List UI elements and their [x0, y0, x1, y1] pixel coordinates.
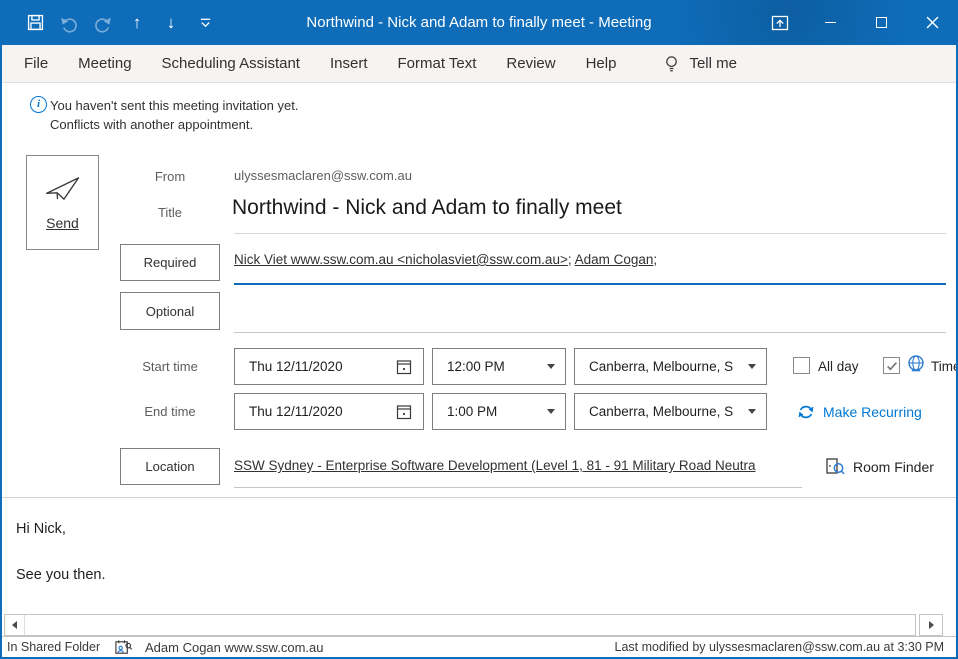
- end-time-label: End time: [120, 404, 220, 419]
- send-label: Send: [46, 215, 79, 231]
- from-value[interactable]: ulyssesmaclaren@ssw.com.au: [234, 168, 412, 183]
- recipient-link[interactable]: Nick Viet www.ssw.com.au <nicholasviet@s…: [234, 252, 568, 267]
- tab-file[interactable]: File: [9, 45, 63, 83]
- end-time-value: 1:00 PM: [447, 404, 539, 419]
- tab-review[interactable]: Review: [491, 45, 570, 83]
- tab-insert[interactable]: Insert: [315, 45, 383, 83]
- optional-button[interactable]: Optional: [120, 292, 220, 330]
- end-timezone-value: Canberra, Melbourne, S: [589, 404, 740, 419]
- start-date-picker[interactable]: Thu 12/11/2020: [234, 348, 424, 385]
- title-value[interactable]: Northwind - Nick and Adam to finally mee…: [232, 196, 622, 220]
- tab-format-text[interactable]: Format Text: [382, 45, 491, 83]
- caption-controls: [754, 0, 958, 45]
- end-date-picker[interactable]: Thu 12/11/2020: [234, 393, 424, 430]
- start-time-value: 12:00 PM: [447, 359, 539, 374]
- lightbulb-icon: [663, 54, 680, 74]
- scrollbar-track[interactable]: [25, 615, 915, 635]
- location-button[interactable]: Location: [120, 448, 220, 485]
- start-date-value: Thu 12/11/2020: [249, 359, 395, 374]
- send-icon: [43, 174, 83, 203]
- ribbon-tab-row: File Meeting Scheduling Assistant Insert…: [2, 45, 956, 83]
- chevron-down-icon: [547, 409, 555, 414]
- room-finder-button[interactable]: Room Finder: [853, 459, 934, 475]
- recipient-separator: ;: [568, 252, 575, 267]
- move-down-icon[interactable]: ↓: [158, 8, 184, 38]
- move-up-icon[interactable]: ↑: [124, 8, 150, 38]
- titlebar: ↑ ↓ Northwind - Nick and Adam to finally…: [0, 0, 958, 45]
- close-icon[interactable]: [907, 0, 958, 45]
- room-finder-icon: [824, 456, 846, 478]
- all-day-label[interactable]: All day: [818, 359, 859, 374]
- infobar-line1: You haven't sent this meeting invitation…: [50, 96, 298, 115]
- save-icon[interactable]: [22, 8, 48, 38]
- shared-folder-status: In Shared Folder: [7, 640, 100, 654]
- horizontal-scrollbar[interactable]: [4, 614, 916, 636]
- required-recipients: Nick Viet www.ssw.com.au <nicholasviet@s…: [234, 252, 657, 267]
- recurring-icon: [796, 402, 816, 422]
- recipient-separator: ;: [653, 252, 657, 267]
- maximize-icon[interactable]: [856, 0, 907, 45]
- infobar-text: You haven't sent this meeting invitation…: [50, 96, 298, 134]
- tab-scheduling-assistant[interactable]: Scheduling Assistant: [147, 45, 315, 83]
- ribbon-display-options-icon[interactable]: [754, 0, 805, 45]
- start-time-dropdown[interactable]: 12:00 PM: [432, 348, 566, 385]
- start-timezone-dropdown[interactable]: Canberra, Melbourne, S: [574, 348, 767, 385]
- end-time-dropdown[interactable]: 1:00 PM: [432, 393, 566, 430]
- end-date-value: Thu 12/11/2020: [249, 404, 395, 419]
- location-field-underline: [234, 487, 802, 488]
- required-button[interactable]: Required: [120, 244, 220, 281]
- globe-icon: [905, 353, 927, 375]
- send-button[interactable]: Send: [26, 155, 99, 250]
- calendar-icon: [395, 403, 413, 421]
- infobar-line2: Conflicts with another appointment.: [50, 115, 298, 134]
- scroll-right-icon[interactable]: [919, 614, 943, 636]
- optional-field-underline[interactable]: [234, 332, 946, 333]
- minimize-icon[interactable]: [805, 0, 856, 45]
- title-underline: [234, 233, 946, 234]
- info-icon: i: [30, 96, 47, 113]
- customize-qat-icon[interactable]: [192, 8, 218, 38]
- end-timezone-dropdown[interactable]: Canberra, Melbourne, S: [574, 393, 767, 430]
- all-day-checkbox[interactable]: [793, 357, 810, 374]
- calendar-owner: Adam Cogan www.ssw.com.au: [145, 640, 323, 655]
- tell-me[interactable]: Tell me: [663, 54, 737, 74]
- chevron-down-icon: [748, 364, 756, 369]
- tab-meeting[interactable]: Meeting: [63, 45, 146, 83]
- body-line: Hi Nick,: [16, 521, 66, 537]
- location-value[interactable]: SSW Sydney - Enterprise Software Develop…: [234, 458, 802, 473]
- calendar-icon: [395, 358, 413, 376]
- window-title: Northwind - Nick and Adam to finally mee…: [306, 0, 651, 45]
- shared-calendar-owner-icon: [114, 638, 133, 657]
- title-label: Title: [120, 205, 220, 220]
- statusbar: In Shared Folder Adam Cogan www.ssw.com.…: [2, 636, 956, 657]
- scroll-left-icon[interactable]: [5, 615, 25, 635]
- time-zones-checkbox[interactable]: [883, 357, 900, 374]
- start-timezone-value: Canberra, Melbourne, S: [589, 359, 740, 374]
- required-field-focus-underline: [234, 283, 946, 285]
- chevron-down-icon: [748, 409, 756, 414]
- chevron-down-icon: [547, 364, 555, 369]
- body-line: See you then.: [16, 567, 106, 583]
- from-label: From: [120, 169, 220, 184]
- tell-me-label: Tell me: [689, 55, 737, 72]
- tab-help[interactable]: Help: [571, 45, 632, 83]
- make-recurring-link[interactable]: Make Recurring: [823, 404, 922, 420]
- meeting-window: ↑ ↓ Northwind - Nick and Adam to finally…: [0, 0, 958, 659]
- time-zones-label[interactable]: Time zones: [931, 359, 958, 374]
- recipient-link[interactable]: Adam Cogan: [575, 252, 654, 267]
- last-modified-status: Last modified by ulyssesmaclaren@ssw.com…: [615, 640, 945, 654]
- undo-icon[interactable]: [56, 8, 82, 38]
- redo-icon[interactable]: [90, 8, 116, 38]
- message-body-editor[interactable]: Hi Nick, See you then.: [2, 498, 956, 614]
- start-time-label: Start time: [120, 359, 220, 374]
- quick-access-toolbar: ↑ ↓: [0, 8, 218, 38]
